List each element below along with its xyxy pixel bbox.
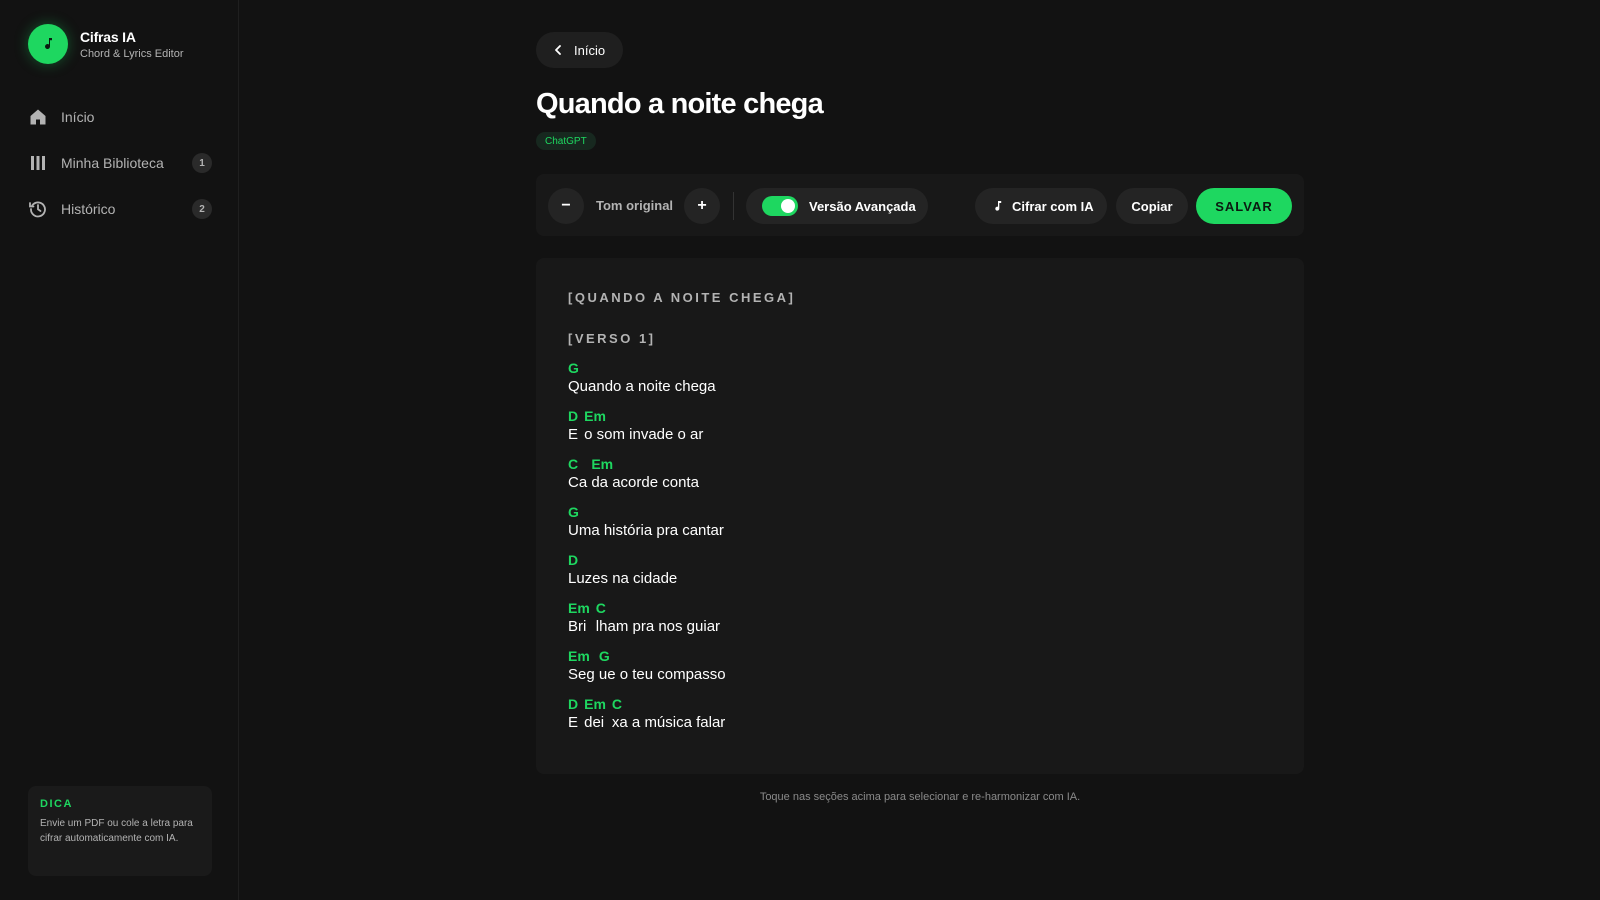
section-label: [VERSO 1] [568, 331, 656, 346]
count-badge: 2 [192, 199, 212, 219]
sidebar-item-inicio[interactable]: Início [28, 100, 212, 134]
tip-text: Envie um PDF ou cole a letra para cifrar… [40, 818, 193, 844]
sidebar-item-label: Minha Biblioteca [61, 155, 164, 171]
chord-symbol[interactable]: Em [591, 456, 613, 472]
sidebar-item-biblioteca[interactable]: Minha Biblioteca 1 [28, 146, 212, 180]
lyric-segment: E [568, 714, 583, 731]
chord-symbol[interactable]: C [596, 600, 606, 616]
chord-sheet: [QUANDO A NOITE CHEGA] [VERSO 1] G Quando … [536, 258, 1304, 774]
library-icon [28, 153, 48, 173]
count-badge: 1 [192, 153, 212, 173]
cifrar-label: Cifrar com IA [1012, 198, 1094, 214]
toolbar-divider [733, 192, 734, 220]
lyric-segment: Bri [568, 618, 591, 635]
sidebar-item-label: Início [61, 109, 95, 125]
lyric-segment: Seg [568, 666, 599, 683]
chord-line[interactable]: C Em Ca da acorde conta [568, 456, 1272, 495]
lyric-row: Ca da acorde conta [568, 474, 1272, 495]
chord-symbol[interactable]: D [568, 408, 584, 424]
key-label: Tom original [596, 198, 674, 213]
brand[interactable]: Cifras IA Chord & Lyrics Editor [28, 24, 184, 64]
chord-symbol[interactable]: G [568, 360, 579, 376]
chord-symbol[interactable]: Em [584, 696, 612, 712]
chord-symbol[interactable]: Em [584, 408, 606, 424]
advanced-version-toggle[interactable]: Versão Avançada [746, 188, 928, 224]
lyric-row: Luzes na cidade [568, 570, 1272, 591]
chord-row: G [568, 504, 1272, 522]
transpose-up-button[interactable]: + [684, 188, 720, 224]
music-note-icon [28, 24, 68, 64]
lyric-row: Bri lham pra nos guiar [568, 618, 1272, 639]
chord-line[interactable]: Em C Bri lham pra nos guiar [568, 600, 1272, 639]
back-button[interactable]: Início [536, 32, 623, 68]
app-subtitle: Chord & Lyrics Editor [80, 47, 184, 60]
footnote: Toque nas seções acima para selecionar e… [759, 791, 1081, 803]
music-note-icon [993, 200, 1003, 212]
chord-row: D Em [568, 408, 1272, 426]
chord-line[interactable]: D Luzes na cidade [568, 552, 1272, 591]
tip-card: DICA Envie um PDF ou cole a letra para c… [28, 786, 212, 876]
chord-line[interactable]: D Em C E dei xa a música falar [568, 696, 1272, 735]
toggle-switch[interactable] [762, 196, 798, 216]
chord-row: D Em C [568, 696, 1272, 714]
lyric-segment: dei [584, 714, 609, 731]
sidebar: Cifras IA Chord & Lyrics Editor Início M… [0, 0, 239, 900]
advanced-label: Versão Avançada [809, 198, 916, 214]
chord-row: G [568, 360, 1272, 378]
chord-symbol[interactable]: G [568, 504, 579, 520]
chord-line[interactable]: G Quando a noite chega [568, 360, 1272, 399]
chord-symbol[interactable]: Em [568, 648, 599, 664]
lyric-segment: da acorde conta [591, 474, 699, 491]
chord-symbol[interactable]: D [568, 552, 578, 568]
cifrar-ia-button[interactable]: Cifrar com IA [975, 188, 1107, 224]
lyric-segment: Uma história pra cantar [568, 522, 724, 539]
sidebar-nav: Início Minha Biblioteca 1 Histórico 2 [28, 100, 212, 238]
song-section[interactable]: [VERSO 1] G Quando a noite chega D Em E o som… [568, 331, 1272, 735]
lyric-segment: xa a música falar [611, 714, 726, 731]
lyric-segment: Quando a noite chega [568, 378, 716, 395]
lyric-segment: Ca [568, 474, 592, 491]
chord-symbol[interactable]: D [568, 696, 584, 712]
song-section-title: [QUANDO A NOITE CHEGA] [568, 290, 796, 305]
lyric-segment: ue o teu compasso [598, 666, 726, 683]
sidebar-item-label: Histórico [61, 201, 116, 217]
history-icon [28, 199, 48, 219]
sections-container: [VERSO 1] G Quando a noite chega D Em E o som… [568, 331, 1272, 735]
chord-symbol[interactable]: C [568, 456, 591, 472]
lyric-row: E o som invade o ar [568, 426, 1272, 447]
chord-line[interactable]: Em G Seg ue o teu compasso [568, 648, 1272, 687]
sidebar-item-historico[interactable]: Histórico 2 [28, 192, 212, 226]
chord-symbol[interactable]: C [612, 696, 622, 712]
chord-symbol[interactable]: G [599, 648, 610, 664]
chord-symbol[interactable]: Em [568, 600, 596, 616]
toolbar: − Tom original + Versão Avançada Cifrar … [536, 174, 1304, 236]
chevron-left-icon [554, 45, 562, 55]
back-label: Início [574, 42, 606, 58]
chord-line[interactable]: D Em E o som invade o ar [568, 408, 1272, 447]
chord-line[interactable]: G Uma história pra cantar [568, 504, 1272, 543]
page-title: Quando a noite chega [536, 88, 824, 120]
lyric-segment: lham pra nos guiar [595, 618, 721, 635]
lyric-row: Seg ue o teu compasso [568, 666, 1272, 687]
source-badge: ChatGPT [536, 132, 596, 150]
transpose-down-button[interactable]: − [548, 188, 584, 224]
chord-row: D [568, 552, 1272, 570]
save-button[interactable]: SALVAR [1196, 188, 1292, 224]
lyric-row: E dei xa a música falar [568, 714, 1272, 735]
lyric-segment: o som invade o ar [584, 426, 704, 443]
lyric-segment: E [568, 426, 583, 443]
chord-row: C Em [568, 456, 1272, 474]
home-icon [28, 107, 48, 127]
tip-title: DICA [40, 798, 73, 810]
app-title: Cifras IA [80, 28, 136, 45]
lyric-row: Uma história pra cantar [568, 522, 1272, 543]
chord-row: Em C [568, 600, 1272, 618]
chord-row: Em G [568, 648, 1272, 666]
lyric-row: Quando a noite chega [568, 378, 1272, 399]
copy-button[interactable]: Copiar [1116, 188, 1188, 224]
lyric-segment: Luzes na cidade [568, 570, 678, 587]
